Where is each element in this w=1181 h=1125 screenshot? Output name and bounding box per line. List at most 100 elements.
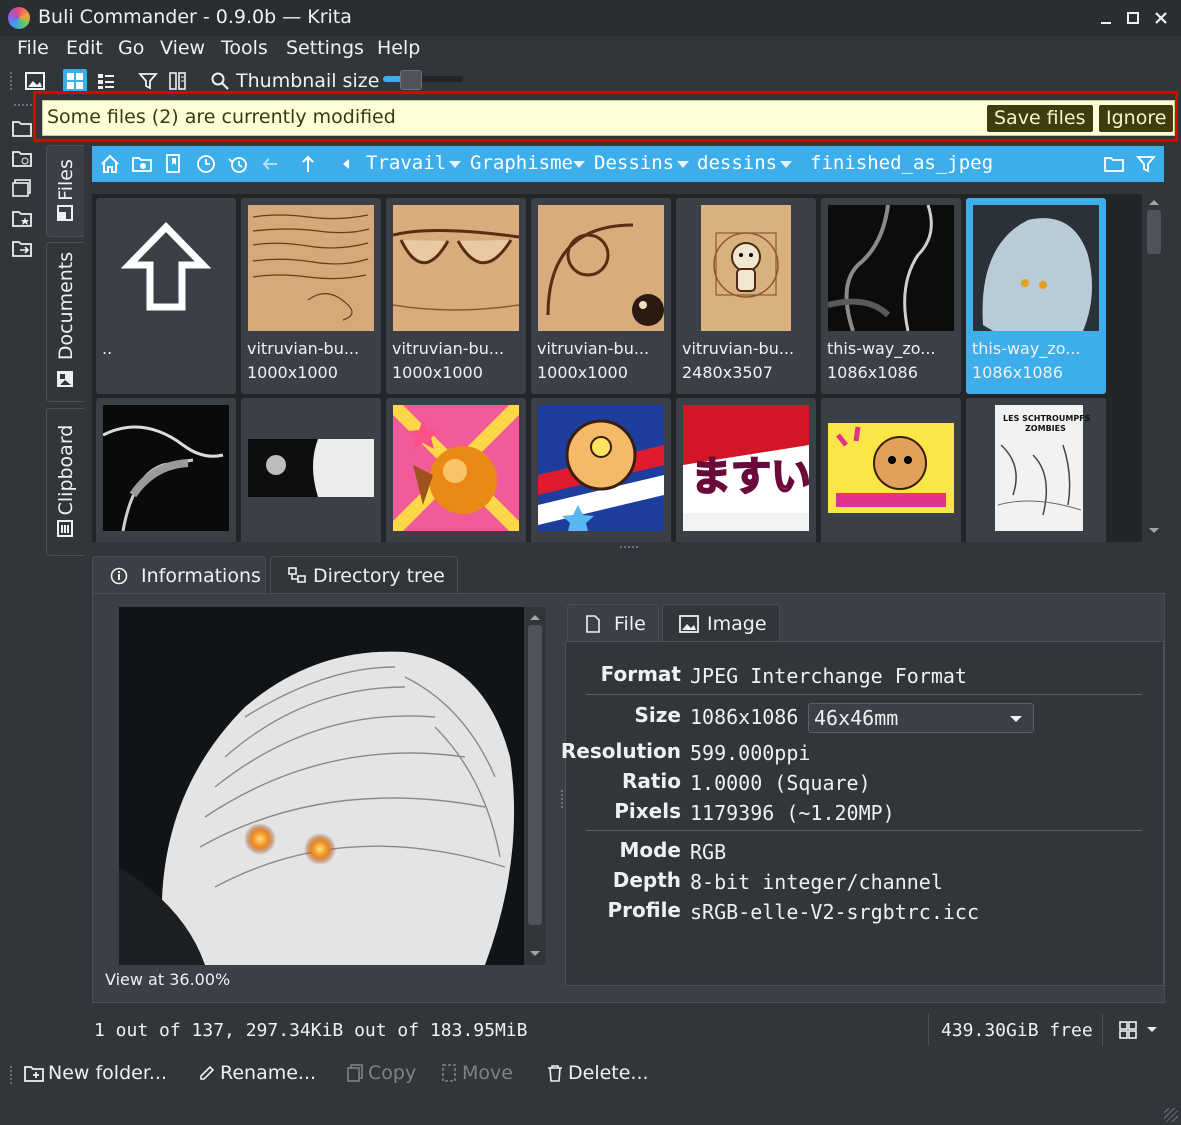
menu-edit[interactable]: Edit	[66, 37, 103, 59]
chevron-down-icon[interactable]	[573, 161, 585, 168]
free-space-status: 439.30GiB free	[941, 1020, 1093, 1041]
svg-text:LES SCHTROUMPFS: LES SCHTROUMPFS	[1003, 414, 1091, 423]
thumbnail-dims: 1086x1086	[972, 363, 1063, 382]
resize-grip-icon[interactable]	[1164, 1108, 1178, 1122]
thumbnail-name: ..	[102, 339, 113, 358]
thumbnail-image	[248, 205, 374, 331]
breadcrumb-item-dessins-sub[interactable]: dessins	[697, 152, 777, 174]
breadcrumb-item-dessins[interactable]: Dessins	[594, 152, 674, 174]
splitter-handle-icon[interactable]	[620, 546, 638, 549]
thumbnail-item[interactable]	[821, 398, 961, 542]
chevron-down-icon	[1010, 716, 1022, 722]
thumbnail-item[interactable]	[241, 398, 381, 542]
maximize-button[interactable]	[1122, 7, 1144, 29]
folder-icon[interactable]	[1102, 152, 1126, 176]
folder-open-icon[interactable]	[12, 119, 32, 142]
menu-go[interactable]: Go	[118, 37, 144, 59]
grid-view-icon[interactable]	[63, 69, 87, 93]
menu-tools[interactable]: Tools	[221, 37, 268, 59]
new-folder-button[interactable]: New folder...	[24, 1062, 167, 1084]
tab-file[interactable]: File	[567, 604, 659, 642]
splitter-handle-icon[interactable]	[561, 790, 564, 808]
thumbnail-name: vitruvian-bu...	[537, 339, 650, 358]
tab-files[interactable]: Files	[46, 145, 84, 237]
thumbnail-image	[103, 405, 229, 531]
history-icon[interactable]	[194, 152, 218, 176]
thumbnail-size-slider-handle[interactable]	[400, 70, 422, 90]
layout-menu-button[interactable]	[1118, 1020, 1158, 1040]
filter-icon[interactable]	[1134, 152, 1158, 176]
tab-clipboard[interactable]: Clipboard	[46, 408, 84, 556]
thumbnail-item[interactable]: vitruvian-bu... 1000x1000	[241, 198, 381, 394]
folder-star-icon[interactable]	[12, 209, 32, 232]
image-icon[interactable]	[23, 69, 47, 93]
menu-view[interactable]: View	[160, 37, 205, 59]
scroll-up-icon[interactable]	[529, 613, 541, 621]
folder-network-icon[interactable]	[12, 149, 32, 172]
recent-icon[interactable]	[226, 152, 250, 176]
toolbar-handle-icon[interactable]	[10, 72, 13, 90]
tab-directory-tree[interactable]: Directory tree	[270, 556, 458, 594]
rename-button[interactable]: Rename...	[198, 1062, 316, 1084]
folder-stack-icon[interactable]	[12, 179, 32, 202]
folder-history-icon[interactable]	[12, 239, 32, 262]
thumbnail-item[interactable]: vitruvian-bu... 1000x1000	[531, 198, 671, 394]
scrollbar-thumb[interactable]	[1147, 210, 1161, 254]
thumbnail-item[interactable]: ますい	[676, 398, 816, 542]
preview-scrollbar[interactable]	[524, 607, 546, 965]
menu-help[interactable]: Help	[377, 37, 420, 59]
toolbar-handle-icon[interactable]	[10, 1066, 13, 1084]
tab-file-label: File	[614, 612, 646, 635]
sidestrip-handle-icon[interactable]	[14, 104, 32, 107]
layout-icon	[1119, 1021, 1137, 1039]
columns-icon[interactable]	[166, 69, 190, 93]
thumbnail-item[interactable]: this-way_zo... 1086x1086	[821, 198, 961, 394]
copy-button[interactable]: Copy	[346, 1062, 416, 1084]
thumbnail-item[interactable]: vitruvian-bu... 1000x1000	[386, 198, 526, 394]
thumbnail-item[interactable]	[96, 398, 236, 542]
chevron-left-icon[interactable]	[334, 152, 358, 176]
thumbnail-scrollbar[interactable]	[1144, 194, 1164, 542]
breadcrumb-item-current[interactable]: finished_as_jpeg	[810, 152, 993, 174]
tab-documents[interactable]: Documents	[46, 242, 84, 402]
tab-image[interactable]: Image	[662, 604, 780, 642]
list-view-icon[interactable]	[94, 69, 118, 93]
minimize-button[interactable]	[1095, 7, 1117, 29]
chevron-down-icon[interactable]	[780, 161, 792, 168]
scroll-up-icon[interactable]	[1148, 198, 1160, 206]
separator	[928, 1014, 929, 1046]
scroll-down-icon[interactable]	[1148, 527, 1160, 535]
thumbnail-parent-folder[interactable]: ..	[96, 198, 236, 394]
scroll-down-icon[interactable]	[529, 950, 541, 958]
thumbnail-item[interactable]: vitruvian-bu... 2480x3507	[676, 198, 816, 394]
close-button[interactable]	[1150, 7, 1172, 29]
svg-text:ますい: ますい	[691, 454, 809, 500]
chevron-down-icon[interactable]	[449, 161, 461, 168]
scrollbar-thumb[interactable]	[528, 625, 542, 925]
home-icon[interactable]	[98, 152, 122, 176]
filter-icon[interactable]	[136, 69, 160, 93]
thumbnail-item[interactable]: LES SCHTROUMPFS ZOMBIES	[966, 398, 1106, 542]
saved-view-icon[interactable]	[130, 152, 154, 176]
tab-informations[interactable]: Informations	[92, 556, 266, 594]
thumbnail-item[interactable]	[386, 398, 526, 542]
file-icon	[57, 205, 73, 221]
chevron-down-icon[interactable]	[677, 161, 689, 168]
thumbnail-item[interactable]	[531, 398, 671, 542]
thumbnail-name: this-way_zo...	[972, 339, 1081, 358]
image-preview[interactable]	[105, 607, 546, 965]
size-unit-select[interactable]: 46x46mm	[808, 703, 1034, 733]
up-arrow-icon[interactable]	[296, 152, 320, 176]
thumbnail-item-selected[interactable]: this-way_zo... 1086x1086	[966, 198, 1106, 394]
breadcrumb-item-travail[interactable]: Travail	[366, 152, 446, 174]
menu-file[interactable]: File	[17, 37, 49, 59]
move-label: Move	[462, 1062, 513, 1084]
bookmarks-icon[interactable]	[162, 152, 186, 176]
breadcrumb-item-graphisme[interactable]: Graphisme	[470, 152, 573, 174]
move-button[interactable]: Move	[440, 1062, 513, 1084]
delete-button[interactable]: Delete...	[546, 1062, 649, 1084]
menu-bar: File Edit Go View Tools Settings Help	[0, 36, 1181, 64]
menu-settings[interactable]: Settings	[286, 37, 364, 59]
back-arrow-icon[interactable]	[258, 152, 282, 176]
chevron-down-icon	[1147, 1027, 1157, 1032]
